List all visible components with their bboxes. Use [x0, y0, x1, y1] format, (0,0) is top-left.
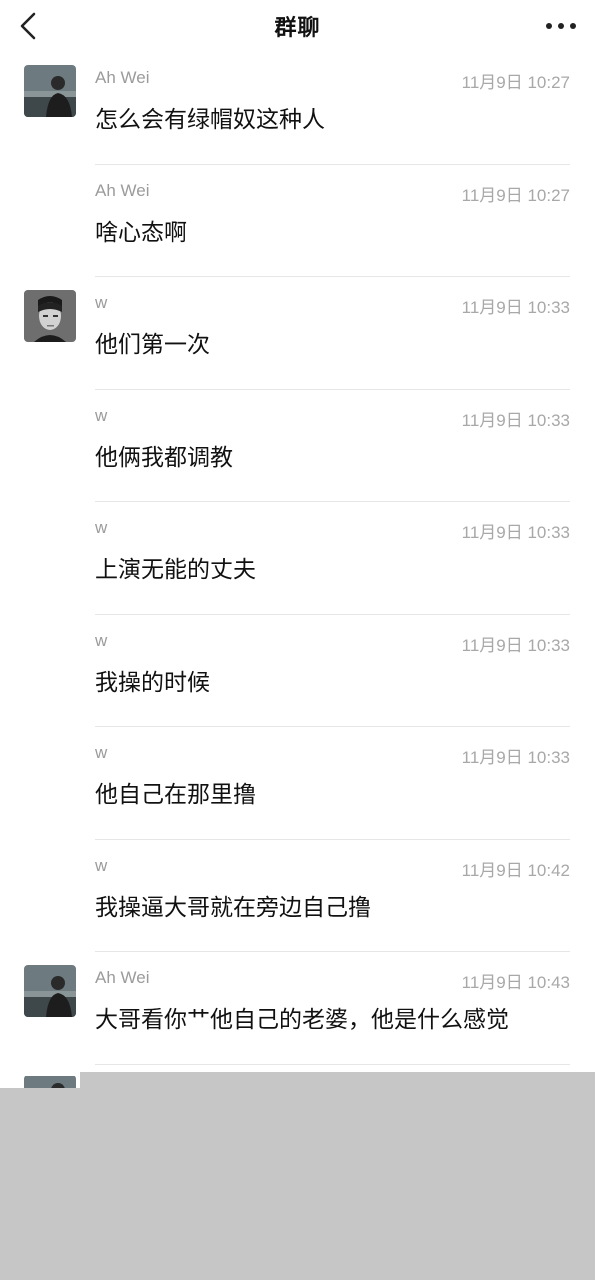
gray-overlay — [0, 1088, 595, 1280]
sender-name: Ah Wei — [95, 68, 150, 87]
sender-name: w — [95, 293, 108, 312]
message-text[interactable]: 他俩我都调教 — [95, 438, 233, 472]
message-text[interactable]: 怎么会有绿帽奴这种人 — [95, 100, 325, 134]
message-text[interactable]: 啥心态啊 — [95, 213, 187, 247]
chat-message: w 11月9日 10:33 我操的时候 — [0, 615, 595, 727]
chat-message: w 11月9日 10:33 他们第一次 — [0, 277, 595, 390]
divider — [95, 1063, 570, 1065]
sender-name: Ah Wei — [95, 180, 150, 200]
avatar[interactable] — [24, 290, 76, 342]
chat-message: Ah Wei 11月9日 10:27 怎么会有绿帽奴这种人 — [0, 52, 595, 165]
message-text[interactable]: 他自己在那里撸 — [95, 775, 256, 809]
chat-message-list: Ah Wei 11月9日 10:27 怎么会有绿帽奴这种人 Ah Wei 11月… — [0, 52, 595, 1065]
message-text[interactable]: 我操的时候 — [95, 663, 210, 697]
chat-message: w 11月9日 10:33 他自己在那里撸 — [0, 727, 595, 840]
message-text[interactable]: 我操逼大哥就在旁边自己撸 — [95, 888, 371, 922]
top-bar: 群聊 — [0, 0, 595, 52]
chat-message: Ah Wei 11月9日 10:27 啥心态啊 — [0, 165, 595, 277]
sender-name: w — [95, 405, 108, 425]
sender-name: w — [95, 630, 108, 650]
sender-name: Ah Wei — [95, 968, 150, 987]
sender-name: w — [95, 743, 108, 762]
message-time: 11月9日 10:43 — [461, 973, 570, 992]
page-title: 群聊 — [274, 16, 321, 41]
message-text[interactable]: 上演无能的丈夫 — [95, 550, 256, 584]
chat-message: Ah Wei 11月9日 10:43 大哥看你艹他自己的老婆，他是什么感觉 — [0, 952, 595, 1065]
chat-message: w 11月9日 10:42 我操逼大哥就在旁边自己撸 — [0, 840, 595, 952]
more-dots-icon — [546, 23, 576, 29]
sender-name: w — [95, 855, 108, 875]
sender-name: w — [95, 518, 108, 537]
message-time: 11月9日 10:33 — [461, 410, 570, 430]
message-text[interactable]: 他们第一次 — [95, 325, 210, 359]
message-time: 11月9日 10:27 — [461, 73, 570, 92]
chat-message: w 11月9日 10:33 他俩我都调教 — [0, 390, 595, 502]
message-time: 11月9日 10:33 — [461, 298, 570, 317]
message-time: 11月9日 10:33 — [461, 748, 570, 767]
avatar[interactable] — [24, 65, 76, 117]
more-button[interactable] — [541, 14, 581, 38]
message-time: 11月9日 10:33 — [461, 635, 570, 655]
chat-message: w 11月9日 10:33 上演无能的丈夫 — [0, 502, 595, 615]
message-text[interactable]: 大哥看你艹他自己的老婆，他是什么感觉 — [95, 1000, 509, 1034]
message-time: 11月9日 10:27 — [461, 185, 570, 205]
message-time: 11月9日 10:33 — [461, 523, 570, 542]
message-time: 11月9日 10:42 — [461, 860, 570, 880]
avatar[interactable] — [24, 965, 76, 1017]
avatar — [24, 1075, 76, 1089]
